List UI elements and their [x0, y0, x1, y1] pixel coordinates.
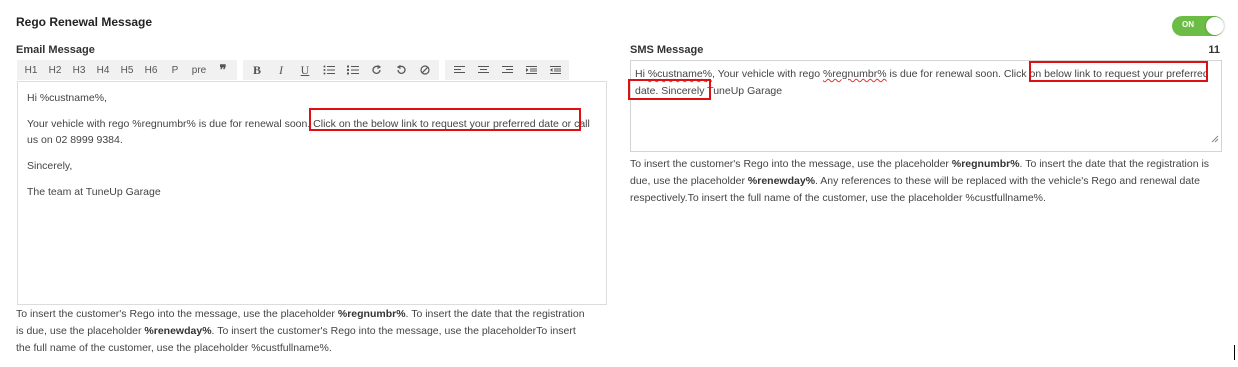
bulleted-list-icon[interactable] — [317, 60, 341, 80]
format-button-group: B I U — [243, 60, 439, 80]
align-left-icon[interactable] — [447, 60, 471, 80]
redo-icon[interactable] — [365, 60, 389, 80]
help-text-part: To insert the customer's Rego into the m… — [630, 158, 952, 170]
paragraph-button[interactable]: P — [163, 60, 187, 80]
sms-character-count: 11 — [1208, 44, 1220, 56]
h3-button[interactable]: H3 — [67, 60, 91, 80]
email-greeting: Hi %custname%, — [27, 92, 107, 104]
align-button-group — [445, 60, 569, 80]
h5-button[interactable]: H5 — [115, 60, 139, 80]
email-editor[interactable]: Hi %custname%, Your vehicle with rego %r… — [17, 81, 607, 305]
quote-icon[interactable]: ❞ — [211, 60, 235, 80]
align-center-icon[interactable] — [471, 60, 495, 80]
email-help-text: To insert the customer's Rego into the m… — [16, 306, 586, 357]
sms-help-text: To insert the customer's Rego into the m… — [630, 156, 1226, 207]
toggle-label: ON — [1182, 20, 1194, 29]
h2-button[interactable]: H2 — [43, 60, 67, 80]
numbered-list-icon[interactable] — [341, 60, 365, 80]
sms-message-label: SMS Message — [630, 44, 704, 56]
clear-format-icon[interactable] — [413, 60, 437, 80]
align-right-icon[interactable] — [495, 60, 519, 80]
text-cursor — [1234, 345, 1235, 360]
placeholder-regnumbr: %regnumbr% — [951, 158, 1020, 170]
h6-button[interactable]: H6 — [139, 60, 163, 80]
bold-button[interactable]: B — [245, 60, 269, 80]
h4-button[interactable]: H4 — [91, 60, 115, 80]
sms-placeholder-regnumbr: %regnumbr% — [822, 68, 887, 80]
sms-textarea[interactable]: Hi %custname%, Your vehicle with rego %r… — [630, 60, 1222, 152]
placeholder-renewday: %renewday% — [747, 175, 816, 187]
placeholder-renewday: %renewday% — [144, 325, 212, 337]
editor-toolbar: H1 H2 H3 H4 H5 H6 P pre ❞ B I U — [17, 60, 575, 80]
email-message-label: Email Message — [16, 44, 95, 56]
heading-button-group: H1 H2 H3 H4 H5 H6 P pre ❞ — [17, 60, 237, 80]
email-closing: Sincerely, — [27, 160, 73, 172]
help-text-part: To insert the customer's Rego into the m… — [16, 308, 338, 320]
sms-placeholder-custname: %custname% — [647, 68, 713, 80]
pre-button[interactable]: pre — [187, 60, 211, 80]
h1-button[interactable]: H1 — [19, 60, 43, 80]
resize-handle-icon[interactable] — [1211, 132, 1219, 149]
placeholder-regnumbr: %regnumbr% — [337, 308, 406, 320]
italic-button[interactable]: I — [269, 60, 293, 80]
toggle-knob[interactable] — [1206, 17, 1224, 35]
sms-text-part: , Your vehicle with rego — [712, 68, 823, 80]
panel-title: Rego Renewal Message — [16, 15, 153, 29]
outdent-icon[interactable] — [543, 60, 567, 80]
indent-icon[interactable] — [519, 60, 543, 80]
email-body-line: Your vehicle with rego %regnumbr% is due… — [27, 118, 590, 146]
underline-button[interactable]: U — [293, 60, 317, 80]
enable-toggle[interactable]: ON — [1172, 16, 1224, 36]
email-signature: The team at TuneUp Garage — [27, 186, 161, 198]
sms-text-part: Hi — [635, 68, 648, 80]
undo-icon[interactable] — [389, 60, 413, 80]
